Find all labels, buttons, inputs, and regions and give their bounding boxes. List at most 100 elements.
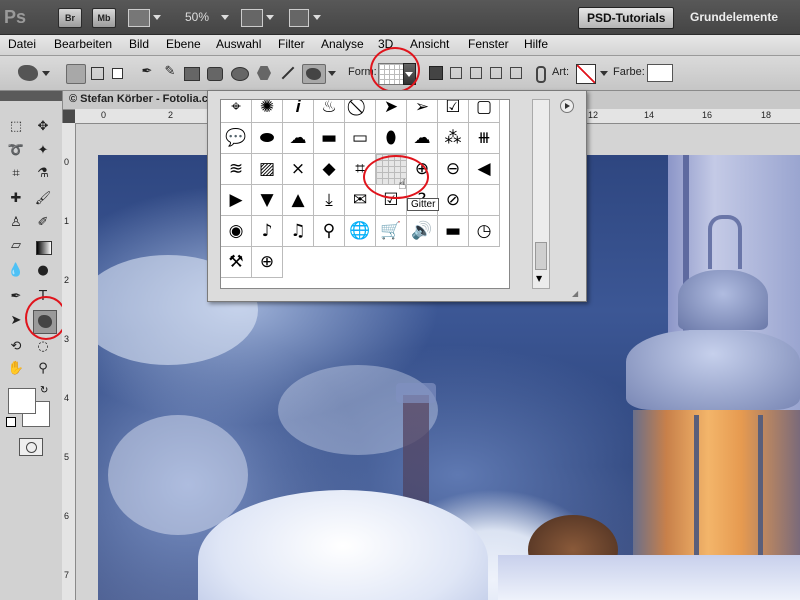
shape-clock-icon[interactable]: ◷ bbox=[469, 216, 500, 247]
shape-diamond-grid-icon[interactable]: ◆ bbox=[314, 154, 345, 185]
shape-hatch-rows-icon[interactable]: ≋ bbox=[221, 154, 252, 185]
chevron-down-icon[interactable] bbox=[221, 15, 229, 20]
menu-bild[interactable]: Bild bbox=[129, 37, 149, 51]
document-title[interactable]: © Stefan Körber - Fotolia.c bbox=[69, 93, 208, 105]
shape-starburst-icon[interactable]: ✺ bbox=[252, 100, 283, 123]
zoom-tool-icon[interactable]: ⚲ bbox=[33, 359, 53, 379]
shape-layers-mode-button[interactable] bbox=[66, 64, 86, 84]
intersect-shape-button[interactable] bbox=[487, 64, 505, 82]
freeform-pen-icon[interactable]: ✎ bbox=[160, 62, 180, 82]
shape-film-reel-icon[interactable]: ◉ bbox=[221, 216, 252, 247]
move-tool-icon[interactable]: ✥ bbox=[33, 117, 53, 137]
shape-blank-box-icon[interactable]: ▢ bbox=[469, 100, 500, 123]
rounded-rectangle-icon[interactable] bbox=[207, 67, 223, 81]
quick-mask-button[interactable] bbox=[19, 438, 43, 456]
chevron-down-icon[interactable] bbox=[313, 15, 321, 20]
shape-speaker-icon[interactable]: 🔊 bbox=[407, 216, 438, 247]
shape-thought-cloud-icon[interactable]: ☁ bbox=[283, 123, 314, 154]
shape-campfire-icon[interactable]: ♨ bbox=[314, 100, 345, 123]
shape-picker-scrollbar[interactable]: ▼ bbox=[532, 99, 550, 289]
shape-circle-arrow-up-icon[interactable]: ▲ bbox=[283, 185, 314, 216]
shape-speech-bubble-5-icon[interactable]: ⬮ bbox=[376, 123, 407, 154]
gradient-tool-icon[interactable] bbox=[36, 241, 52, 255]
custom-shape-preset-icon[interactable] bbox=[18, 65, 38, 81]
zoom-level[interactable]: 50% bbox=[185, 10, 209, 24]
menu-bearbeiten[interactable]: Bearbeiten bbox=[54, 37, 112, 51]
menu-analyse[interactable]: Analyse bbox=[321, 37, 364, 51]
menu-ebene[interactable]: Ebene bbox=[166, 37, 201, 51]
path-selection-icon[interactable]: ➤ bbox=[6, 311, 26, 331]
chevron-down-icon[interactable] bbox=[153, 15, 161, 20]
menu-filter[interactable]: Filter bbox=[278, 37, 305, 51]
scroll-thumb[interactable] bbox=[535, 242, 547, 270]
dodge-tool-icon[interactable]: ● bbox=[33, 261, 53, 281]
shape-speech-bubble-4-icon[interactable]: ▭ bbox=[345, 123, 376, 154]
shape-speech-bubble-2-icon[interactable]: ⬬ bbox=[252, 123, 283, 154]
shape-checkbox-checked-icon[interactable]: ☑ bbox=[438, 100, 469, 123]
healing-brush-icon[interactable]: ✚ bbox=[6, 189, 26, 209]
crop-tool-icon[interactable]: ⌗ bbox=[6, 164, 26, 184]
history-brush-icon[interactable]: ✐ bbox=[33, 213, 53, 233]
scroll-down-icon[interactable]: ▼ bbox=[536, 274, 542, 283]
shape-circle-slash-icon[interactable]: ⊘ bbox=[438, 185, 469, 216]
add-to-shape-button[interactable] bbox=[447, 64, 465, 82]
shape-globe-icon[interactable]: ⊕ bbox=[252, 247, 283, 278]
shape-paw-dots-icon[interactable]: ⁂ bbox=[438, 123, 469, 154]
menu-hilfe[interactable]: Hilfe bbox=[524, 37, 548, 51]
exclude-shape-button[interactable] bbox=[507, 64, 525, 82]
shape-info-i-icon[interactable]: 𝒊 bbox=[283, 100, 314, 123]
shape-tools-icon[interactable]: ⚒ bbox=[221, 247, 252, 278]
blur-tool-icon[interactable]: 💧 bbox=[6, 261, 26, 281]
link-icon[interactable] bbox=[536, 66, 546, 83]
chevron-down-icon[interactable] bbox=[600, 71, 608, 76]
menu-fenster[interactable]: Fenster bbox=[468, 37, 509, 51]
rectangle-tool-icon[interactable] bbox=[184, 67, 200, 81]
shape-speech-bubble-3-icon[interactable]: ▬ bbox=[314, 123, 345, 154]
shape-magnifier-icon[interactable]: ⚲ bbox=[314, 216, 345, 247]
line-tool-icon[interactable] bbox=[281, 66, 295, 80]
shape-crosshair-target-icon[interactable]: ⌖ bbox=[221, 100, 252, 123]
paths-mode-button[interactable] bbox=[88, 64, 106, 82]
chevron-down-icon[interactable] bbox=[266, 15, 274, 20]
pen-tool-icon[interactable]: ✒ bbox=[6, 287, 26, 307]
shape-shopping-cart-icon[interactable]: 🛒 bbox=[376, 216, 407, 247]
menu-ansicht[interactable]: Ansicht bbox=[410, 37, 449, 51]
shape-floppy-download-icon[interactable]: ⤓ bbox=[314, 185, 345, 216]
magic-wand-icon[interactable]: ✦ bbox=[33, 141, 53, 161]
shape-cursor-arrow-icon[interactable]: ➤ bbox=[376, 100, 407, 123]
clone-stamp-icon[interactable]: ♙ bbox=[6, 213, 26, 233]
menu-datei[interactable]: Datei bbox=[8, 37, 36, 51]
lasso-tool-icon[interactable]: ➰ bbox=[6, 141, 26, 161]
shape-diagonal-lines-icon[interactable]: ▨ bbox=[252, 154, 283, 185]
brush-tool-icon[interactable]: 🖌 bbox=[33, 189, 53, 209]
shape-music-note-2-icon[interactable]: ♫ bbox=[283, 216, 314, 247]
default-colors-icon[interactable] bbox=[6, 417, 16, 427]
arrange-documents-icon[interactable] bbox=[241, 9, 263, 27]
eraser-tool-icon[interactable]: ▱ bbox=[6, 236, 26, 256]
swap-colors-icon[interactable]: ↻ bbox=[40, 385, 48, 396]
shape-cursor-arrow-outline-icon[interactable]: ➢ bbox=[407, 100, 438, 123]
foreground-color-swatch[interactable] bbox=[8, 388, 36, 414]
bridge-button[interactable]: Br bbox=[58, 8, 82, 28]
mini-bridge-button[interactable]: Mb bbox=[92, 8, 116, 28]
chevron-down-icon[interactable] bbox=[328, 71, 336, 76]
shape-rect-bar-icon[interactable]: ▬ bbox=[438, 216, 469, 247]
3d-rotate-icon[interactable]: ⟲ bbox=[6, 337, 26, 357]
subtract-shape-button[interactable] bbox=[467, 64, 485, 82]
style-swatch[interactable] bbox=[576, 64, 596, 84]
play-circle-icon[interactable] bbox=[560, 99, 574, 113]
shape-circle-arrow-right-icon[interactable]: ▶ bbox=[221, 185, 252, 216]
shape-prohibit-sign-icon[interactable]: ⃠ bbox=[345, 100, 376, 123]
color-swatch[interactable] bbox=[647, 64, 673, 82]
shape-circle-arrow-left-icon[interactable]: ◀ bbox=[469, 154, 500, 185]
3d-orbit-icon[interactable]: ◌ bbox=[33, 337, 53, 357]
view-extras-icon[interactable] bbox=[128, 9, 150, 27]
polygon-tool-icon[interactable] bbox=[257, 66, 271, 80]
custom-shape-tool-button[interactable] bbox=[302, 64, 326, 84]
custom-shape-picker[interactable]: ⌖✺𝒊♨⃠➤➢☑▢💬⬬☁▬▭⬮☁⁂⧻≋▨⨯◆⌗⊕⊖◀▶▼▲⤓✉☑?⊘◉♪♫⚲🌐🛒… bbox=[207, 90, 587, 302]
shape-globe-magnifier-icon[interactable]: 🌐 bbox=[345, 216, 376, 247]
screen-mode-icon[interactable] bbox=[289, 9, 309, 27]
chevron-down-icon[interactable] bbox=[42, 71, 50, 76]
shape-fence-icon[interactable]: ⧻ bbox=[469, 123, 500, 154]
pen-tool-icon[interactable]: ✒ bbox=[137, 62, 157, 82]
